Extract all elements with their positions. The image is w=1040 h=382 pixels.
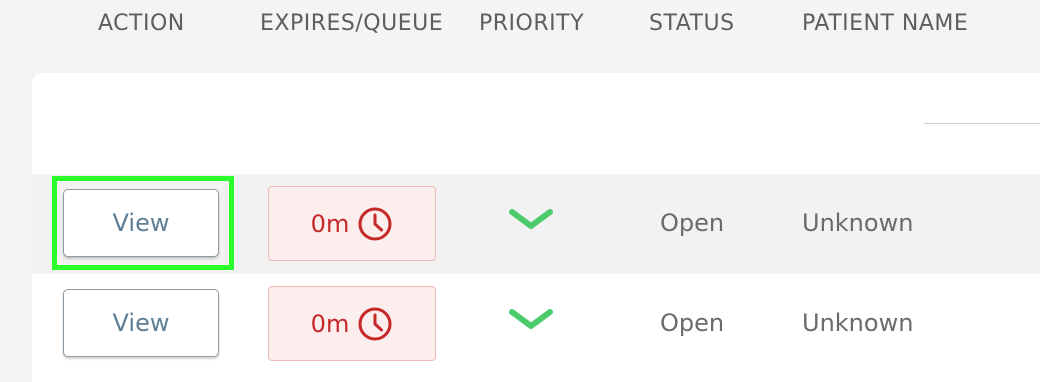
filter-input-underline[interactable] (924, 123, 1040, 124)
patient-name-text: Unknown (802, 209, 914, 237)
chevron-down-icon (509, 209, 553, 229)
column-header-patient-name[interactable]: PATIENT NAME (802, 11, 968, 36)
status-text: Open (660, 309, 725, 337)
table-row[interactable]: View 0m Open Unknown (32, 174, 1040, 274)
column-header-expires-queue[interactable]: EXPIRES/QUEUE (260, 11, 443, 36)
expires-badge: 0m (268, 186, 436, 261)
status-text: Open (660, 209, 725, 237)
column-header-priority[interactable]: PRIORITY (479, 11, 584, 36)
column-header-action[interactable]: ACTION (98, 11, 185, 36)
chevron-down-icon (509, 309, 553, 329)
view-button[interactable]: View (63, 289, 219, 357)
queue-table: ACTION EXPIRES/QUEUE PRIORITY STATUS PAT… (0, 0, 1040, 382)
table-row[interactable]: View 0m Open Unknown (32, 274, 1040, 374)
expires-badge: 0m (268, 286, 436, 361)
clock-icon (358, 307, 392, 340)
expires-value: 0m (310, 309, 350, 338)
column-header-status[interactable]: STATUS (649, 11, 735, 36)
table-header: ACTION EXPIRES/QUEUE PRIORITY STATUS PAT… (0, 0, 1040, 50)
expires-value: 0m (310, 209, 350, 238)
patient-name-text: Unknown (802, 309, 914, 337)
clock-icon (358, 207, 392, 240)
view-button[interactable]: View (63, 189, 219, 257)
